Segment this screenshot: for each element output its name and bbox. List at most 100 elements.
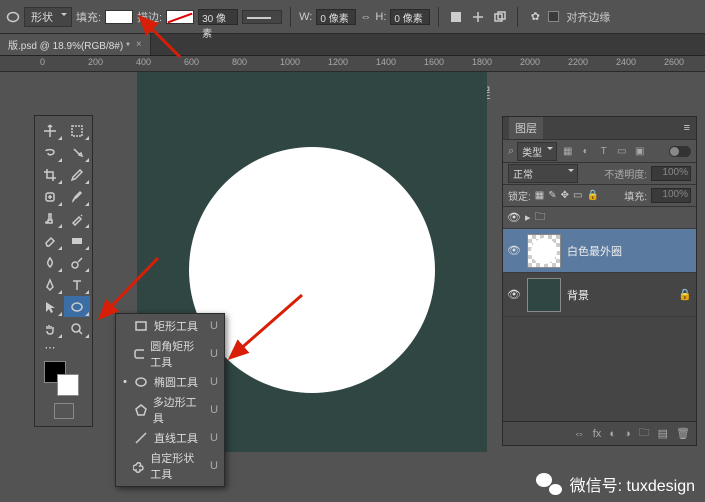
pen-tool[interactable] [37, 274, 63, 295]
layer-name[interactable]: 背景 [567, 287, 589, 303]
fill-field[interactable]: 100% [651, 188, 691, 203]
wechat-icon [536, 473, 562, 495]
link-wh-icon[interactable]: ⇔ [360, 11, 371, 23]
flyout-item-ellipse[interactable]: •椭圆工具U [116, 372, 224, 392]
height-field[interactable]: 0 像素 [390, 9, 430, 25]
layer-thumbnail[interactable] [527, 278, 561, 312]
marquee-tool[interactable] [64, 120, 90, 141]
move-tool[interactable] [37, 120, 63, 141]
stroke-swatch[interactable] [166, 10, 194, 24]
tools-panel: ⋯ [34, 115, 93, 427]
lock-paint-icon[interactable]: ✎ [548, 190, 556, 201]
chevron-right-icon[interactable]: ▸ [525, 211, 531, 224]
lasso-tool[interactable] [37, 142, 63, 163]
adjustment-icon[interactable]: ◑ [624, 428, 631, 440]
visibility-icon[interactable]: 👁 [507, 211, 521, 224]
lock-pos-icon[interactable]: ✥ [561, 190, 569, 201]
filter-adjust-icon[interactable]: ◐ [578, 144, 593, 159]
stamp-tool[interactable] [37, 208, 63, 229]
zoom-tool[interactable] [64, 318, 90, 339]
flyout-item-rrect[interactable]: 圆角矩形工具U [116, 336, 224, 372]
document-tab[interactable]: 版.psd @ 18.9%(RGB/8#) * × [0, 34, 151, 55]
layers-panel: 图层 ≡ ⌕ 类型 ▦ ◐ T ▭ ▣ 正常 不透明度: 100% 锁定: ▦ … [502, 116, 697, 446]
ruler-horizontal: 0200400600800100012001400160018002000220… [0, 56, 705, 72]
fill-swatch[interactable] [105, 10, 133, 24]
flyout-shortcut: U [210, 348, 218, 360]
search-icon[interactable]: ⌕ [508, 145, 514, 158]
flyout-item-poly[interactable]: 多边形工具U [116, 392, 224, 428]
group-icon[interactable]: 🗀 [639, 424, 650, 443]
flyout-item-custom[interactable]: 自定形状工具 U [116, 448, 224, 484]
stroke-style-dropdown[interactable] [242, 10, 282, 24]
healing-tool[interactable] [37, 186, 63, 207]
ruler-tick: 2600 [664, 57, 684, 67]
lock-trans-icon[interactable]: ▦ [535, 190, 544, 201]
filter-toggle[interactable] [669, 146, 691, 157]
history-brush-tool[interactable] [64, 208, 90, 229]
gear-icon[interactable]: ✿ [526, 8, 544, 26]
eyedropper-tool[interactable] [64, 164, 90, 185]
filter-shape-icon[interactable]: ▭ [614, 144, 629, 159]
ellipse-icon [134, 375, 148, 389]
flyout-label: 自定形状工具 [150, 450, 204, 482]
tab-layers[interactable]: 图层 [509, 117, 543, 139]
fill-label: 填充: [624, 188, 647, 203]
lock-artboard-icon[interactable]: ▭ [573, 190, 582, 201]
path-select-tool[interactable] [37, 296, 63, 317]
layer-group-row[interactable]: 👁 ▸ 🗀 [503, 207, 696, 229]
eraser-tool[interactable] [37, 230, 63, 251]
flyout-item-line[interactable]: 直线工具U [116, 428, 224, 448]
panel-menu-icon[interactable]: ≡ [684, 122, 690, 134]
new-layer-icon[interactable]: ▤ [658, 427, 668, 440]
tool-mode-dropdown[interactable]: 形状 [24, 7, 72, 27]
brush-tool[interactable] [64, 186, 90, 207]
path-arrange-icon[interactable] [491, 8, 509, 26]
link-layers-icon[interactable]: ⇔ [574, 428, 585, 440]
filter-pixel-icon[interactable]: ▦ [560, 144, 575, 159]
shape-tool[interactable] [64, 296, 90, 317]
blur-tool[interactable] [37, 252, 63, 273]
visibility-icon[interactable]: 👁 [507, 244, 521, 257]
align-edges-checkbox[interactable] [548, 11, 559, 22]
lock-all-icon[interactable]: 🔒 [586, 190, 598, 201]
layer-row[interactable]: 👁 白色最外圈 [503, 229, 696, 273]
flyout-label: 矩形工具 [154, 318, 198, 334]
quick-select-tool[interactable] [64, 142, 90, 163]
tool-extra[interactable]: ⋯ [37, 340, 63, 354]
stroke-width-field[interactable]: 30 像素 [198, 9, 238, 25]
filter-type-icon[interactable]: T [596, 144, 611, 159]
document-tab-title: 版.psd @ 18.9%(RGB/8#) * [8, 37, 130, 52]
rrect-icon [133, 347, 144, 361]
layer-name[interactable]: 白色最外圈 [567, 243, 622, 259]
layer-row[interactable]: 👁 背景 🔒 [503, 273, 696, 317]
close-icon[interactable]: × [136, 39, 142, 50]
path-align-icon[interactable] [469, 8, 487, 26]
quick-mask-toggle[interactable] [37, 400, 90, 422]
fx-icon[interactable]: fx [593, 428, 602, 440]
wechat-label: 微信号: tuxdesign [570, 472, 695, 496]
width-field[interactable]: 0 像素 [316, 9, 356, 25]
mask-icon[interactable]: ◐ [609, 428, 616, 440]
selected-dot: • [122, 376, 128, 388]
filter-smart-icon[interactable]: ▣ [632, 144, 647, 159]
flyout-shortcut: U [210, 404, 218, 416]
opacity-field[interactable]: 100% [651, 166, 691, 181]
trash-icon[interactable]: 🗑 [676, 427, 690, 440]
hand-tool[interactable] [37, 318, 63, 339]
ruler-tick: 2400 [616, 57, 636, 67]
flyout-item-rect[interactable]: 矩形工具U [116, 316, 224, 336]
gradient-tool[interactable] [64, 230, 90, 251]
type-tool[interactable] [64, 274, 90, 295]
visibility-icon[interactable]: 👁 [507, 288, 521, 301]
filter-kind-dropdown[interactable]: 类型 [517, 142, 557, 161]
path-combine-icon[interactable] [447, 8, 465, 26]
dodge-tool[interactable] [64, 252, 90, 273]
line-icon [134, 431, 148, 445]
flyout-shortcut: U [210, 460, 218, 472]
flyout-label: 椭圆工具 [154, 374, 198, 390]
blend-mode-dropdown[interactable]: 正常 [508, 164, 578, 183]
crop-tool[interactable] [37, 164, 63, 185]
color-swatches[interactable] [37, 355, 90, 399]
background-color[interactable] [57, 374, 79, 396]
layer-thumbnail[interactable] [527, 234, 561, 268]
